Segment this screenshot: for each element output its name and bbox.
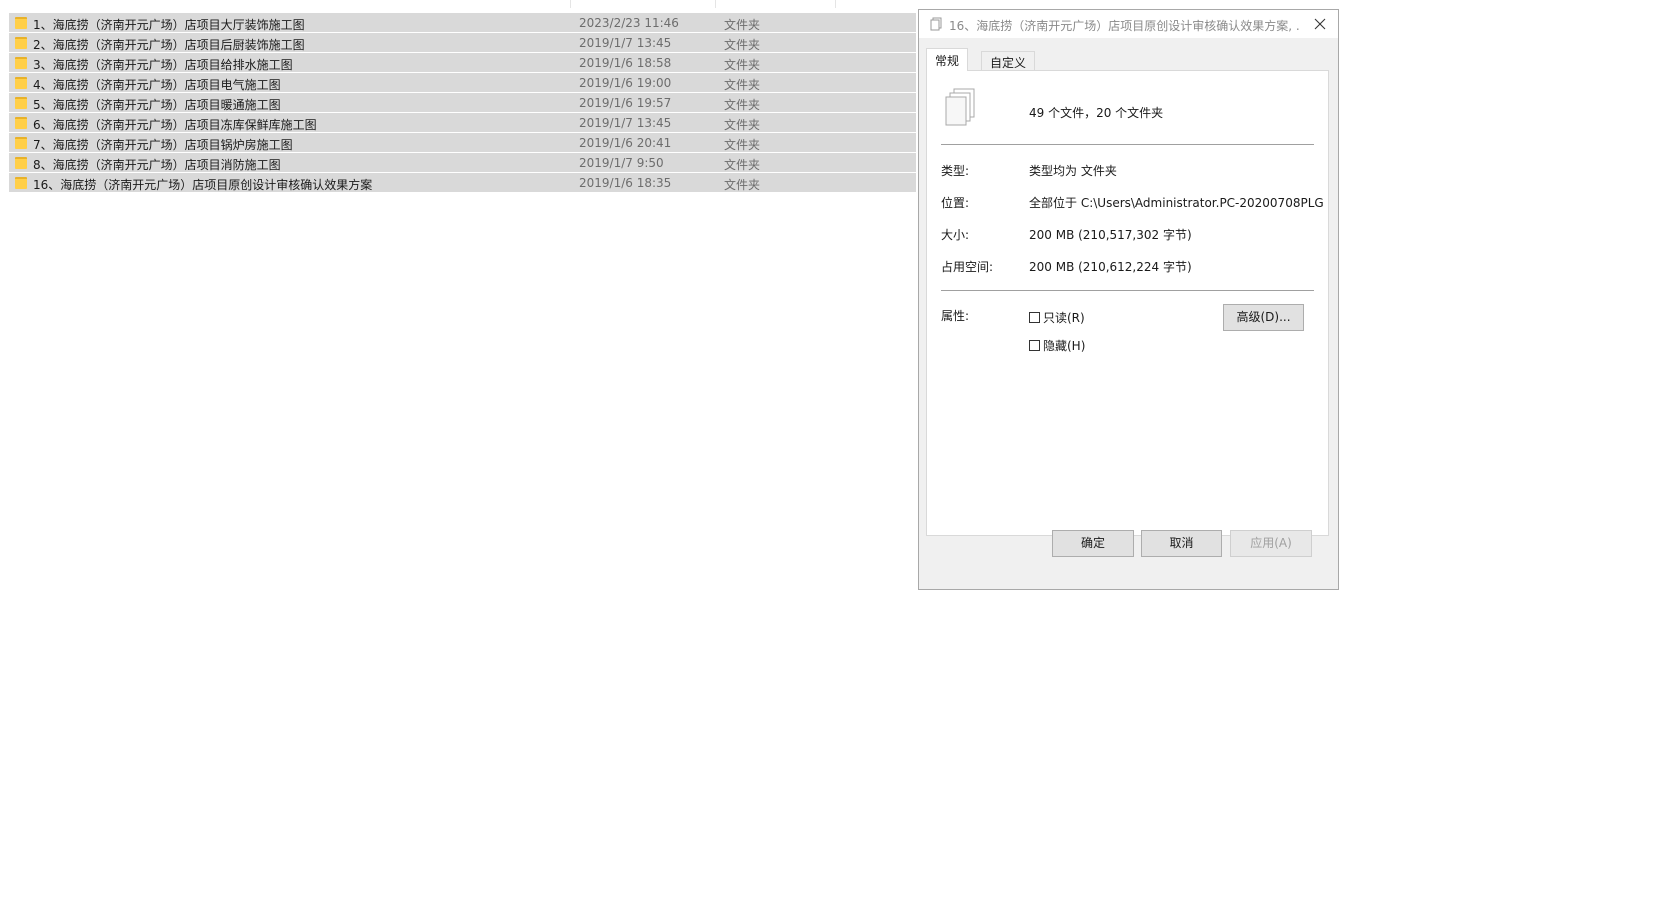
file-date: 2019/1/6 18:35 (579, 176, 672, 190)
type-label: 类型: (941, 164, 970, 178)
multiple-files-icon (945, 88, 975, 126)
file-date: 2019/1/6 19:57 (579, 96, 672, 110)
folder-icon (15, 57, 27, 69)
file-row[interactable]: 2、海底捞（济南开元广场）店项目后厨装饰施工图 2019/1/7 13:45 文… (9, 33, 916, 53)
dialog-titlebar[interactable]: 16、海底捞（济南开元广场）店项目原创设计审核确认效果方案, ... (919, 10, 1338, 38)
file-name: 2、海底捞（济南开元广场）店项目后厨装饰施工图 (33, 38, 305, 52)
apply-button[interactable]: 应用(A) (1230, 530, 1312, 557)
location-value: 全部位于 C:\Users\Administrator.PC-20200708P… (1029, 196, 1324, 210)
file-type: 文件夹 (724, 138, 761, 152)
hidden-label[interactable]: 隐藏(H) (1043, 337, 1085, 354)
close-icon[interactable] (1310, 14, 1330, 34)
properties-dialog: 16、海底捞（济南开元广场）店项目原创设计审核确认效果方案, ... 常规 自定… (918, 9, 1339, 590)
file-row[interactable]: 16、海底捞（济南开元广场）店项目原创设计审核确认效果方案 2019/1/6 1… (9, 173, 916, 193)
file-name: 1、海底捞（济南开元广场）店项目大厅装饰施工图 (33, 18, 305, 32)
file-date: 2019/1/7 13:45 (579, 36, 672, 50)
dialog-title: 16、海底捞（济南开元广场）店项目原创设计审核确认效果方案, ... (949, 19, 1299, 33)
file-row[interactable]: 8、海底捞（济南开元广场）店项目消防施工图 2019/1/7 9:50 文件夹 (9, 153, 916, 173)
file-name: 6、海底捞（济南开元广场）店项目冻库保鲜库施工图 (33, 118, 317, 132)
file-type: 文件夹 (724, 178, 761, 192)
file-list: 1、海底捞（济南开元广场）店项目大厅装饰施工图 2023/2/23 11:46 … (9, 13, 916, 193)
tab-custom[interactable]: 自定义 (981, 51, 1036, 70)
file-date: 2019/1/7 13:45 (579, 116, 672, 130)
file-date: 2023/2/23 11:46 (579, 16, 679, 30)
folder-icon (15, 137, 27, 149)
file-date: 2019/1/6 18:58 (579, 56, 672, 70)
column-separator[interactable] (715, 0, 716, 8)
disk-size-label: 占用空间: (941, 260, 994, 274)
file-row[interactable]: 6、海底捞（济南开元广场）店项目冻库保鲜库施工图 2019/1/7 13:45 … (9, 113, 916, 133)
file-date: 2019/1/6 20:41 (579, 136, 672, 150)
hidden-checkbox-row[interactable]: 隐藏(H) (1029, 337, 1085, 353)
tab-general[interactable]: 常规 (926, 48, 969, 71)
divider (941, 290, 1314, 291)
file-name: 3、海底捞（济南开元广场）店项目给排水施工图 (33, 58, 293, 72)
readonly-checkbox[interactable] (1029, 311, 1040, 323)
general-panel: 49 个文件，20 个文件夹 类型: 类型均为 文件夹 位置: 全部位于 C:\… (926, 70, 1329, 536)
file-row[interactable]: 5、海底捞（济南开元广场）店项目暖通施工图 2019/1/6 19:57 文件夹 (9, 93, 916, 113)
size-value: 200 MB (210,517,302 字节) (1029, 228, 1192, 242)
ok-button[interactable]: 确定 (1052, 530, 1134, 557)
divider (941, 144, 1314, 145)
file-row[interactable]: 7、海底捞（济南开元广场）店项目锅炉房施工图 2019/1/6 20:41 文件… (9, 133, 916, 153)
file-row[interactable]: 4、海底捞（济南开元广场）店项目电气施工图 2019/1/6 19:00 文件夹 (9, 73, 916, 93)
column-separator[interactable] (835, 0, 836, 8)
readonly-checkbox-row[interactable]: 只读(R) (1029, 309, 1085, 325)
file-name: 8、海底捞（济南开元广场）店项目消防施工图 (33, 158, 281, 172)
file-name: 16、海底捞（济南开元广场）店项目原创设计审核确认效果方案 (33, 178, 373, 192)
file-type: 文件夹 (724, 98, 761, 112)
attributes-label: 属性: (941, 309, 970, 323)
file-type: 文件夹 (724, 38, 761, 52)
folder-icon (15, 77, 27, 89)
file-type: 文件夹 (724, 78, 761, 92)
multiple-files-icon (930, 17, 942, 31)
file-type: 文件夹 (724, 158, 761, 172)
folder-icon (15, 97, 27, 109)
folder-icon (15, 37, 27, 49)
hidden-checkbox[interactable] (1029, 339, 1040, 351)
file-type: 文件夹 (724, 118, 761, 132)
folder-icon (15, 177, 27, 189)
disk-size-value: 200 MB (210,612,224 字节) (1029, 260, 1192, 274)
file-type: 文件夹 (724, 58, 761, 72)
selection-summary: 49 个文件，20 个文件夹 (1029, 106, 1164, 120)
file-name: 7、海底捞（济南开元广场）店项目锅炉房施工图 (33, 138, 293, 152)
size-label: 大小: (941, 228, 970, 242)
file-name: 4、海底捞（济南开元广场）店项目电气施工图 (33, 78, 281, 92)
file-row[interactable]: 3、海底捞（济南开元广场）店项目给排水施工图 2019/1/6 18:58 文件… (9, 53, 916, 73)
file-type: 文件夹 (724, 18, 761, 32)
location-label: 位置: (941, 196, 970, 210)
advanced-button[interactable]: 高级(D)... (1223, 304, 1304, 331)
file-date: 2019/1/6 19:00 (579, 76, 672, 90)
file-row[interactable]: 1、海底捞（济南开元广场）店项目大厅装饰施工图 2023/2/23 11:46 … (9, 13, 916, 33)
folder-icon (15, 157, 27, 169)
file-date: 2019/1/7 9:50 (579, 156, 664, 170)
file-explorer-list: 1、海底捞（济南开元广场）店项目大厅装饰施工图 2023/2/23 11:46 … (0, 0, 916, 210)
column-separator[interactable] (570, 0, 571, 8)
readonly-label[interactable]: 只读(R) (1043, 309, 1085, 326)
folder-icon (15, 117, 27, 129)
cancel-button[interactable]: 取消 (1141, 530, 1222, 557)
folder-icon (15, 17, 27, 29)
type-value: 类型均为 文件夹 (1029, 164, 1117, 178)
file-name: 5、海底捞（济南开元广场）店项目暖通施工图 (33, 98, 281, 112)
